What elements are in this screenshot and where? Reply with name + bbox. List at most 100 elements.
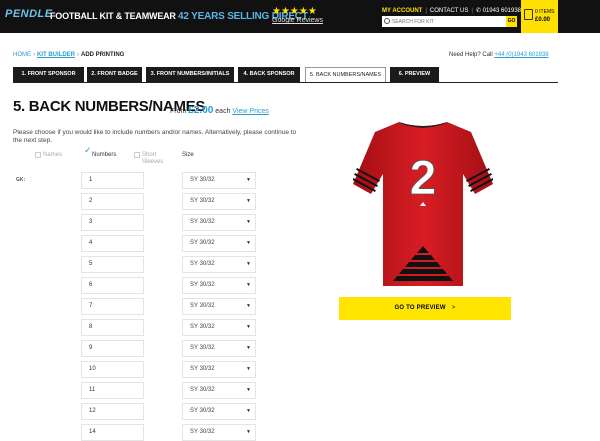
- size-select[interactable]: SY 30/32 ▼: [182, 403, 256, 420]
- number-input[interactable]: 2: [81, 193, 144, 210]
- size-value: SY 30/32: [190, 408, 215, 414]
- number-input[interactable]: 14: [81, 424, 144, 441]
- go-to-preview-button[interactable]: GO TO PREVIEW >: [339, 297, 511, 320]
- size-select[interactable]: SY 30/32 ▼: [182, 172, 256, 189]
- chevron-down-icon: ▼: [246, 282, 251, 288]
- size-select[interactable]: SY 30/32 ▼: [182, 382, 256, 399]
- short-sleeves-label: Short Sleeves: [142, 152, 164, 165]
- breadcrumb: HOME › KIT BUILDER › ADD PRINTING: [13, 52, 125, 58]
- tab-front-sponsor[interactable]: 1. FRONT SPONSOR: [13, 67, 84, 82]
- basket-icon: [524, 9, 533, 20]
- names-label: Names: [43, 152, 63, 158]
- pendle-logo[interactable]: PENDLE: [5, 8, 52, 25]
- number-input[interactable]: 9: [81, 340, 144, 357]
- number-input[interactable]: 1: [81, 172, 144, 189]
- phone-icon: ✆: [475, 8, 483, 14]
- chevron-down-icon: ▼: [246, 345, 251, 351]
- chevron-down-icon: ▼: [246, 240, 251, 246]
- breadcrumb-home[interactable]: HOME: [13, 52, 31, 58]
- tagline-main: FOOTBALL KIT & TEAMWEAR: [50, 11, 176, 21]
- size-value: SY 30/32: [190, 345, 215, 351]
- numbers-checkbox[interactable]: ✓: [84, 147, 92, 156]
- size-select[interactable]: SY 30/32 ▼: [182, 319, 256, 336]
- size-value: SY 30/32: [190, 240, 215, 246]
- size-select[interactable]: SY 30/32 ▼: [182, 256, 256, 273]
- size-value: SY 30/32: [190, 261, 215, 267]
- size-select[interactable]: SY 30/32 ▼: [182, 235, 256, 252]
- size-select[interactable]: SY 30/32 ▼: [182, 361, 256, 378]
- size-select[interactable]: SY 30/32 ▼: [182, 424, 256, 441]
- from-price: £2.00: [188, 105, 214, 116]
- size-value: SY 30/32: [190, 324, 215, 330]
- search-go-button[interactable]: GO: [506, 16, 517, 27]
- size-select[interactable]: SY 30/32 ▼: [182, 340, 256, 357]
- site-header: PENDLE FOOTBALL KIT & TEAMWEAR 42 YEARS …: [0, 0, 600, 33]
- from-label: From: [170, 108, 187, 115]
- size-select[interactable]: SY 30/32 ▼: [182, 277, 256, 294]
- help-contact: Need Help? Call +44 (0)1943 601938: [449, 52, 549, 58]
- size-value: SY 30/32: [190, 177, 215, 183]
- logo-text: PENDLE: [5, 8, 53, 20]
- breadcrumb-kit-builder[interactable]: KIT BUILDER: [37, 52, 75, 58]
- number-input[interactable]: 12: [81, 403, 144, 420]
- header-phone[interactable]: 01943 601938: [483, 8, 521, 14]
- shirt-preview: 2: [353, 122, 493, 286]
- number-input[interactable]: 7: [81, 298, 144, 315]
- number-input[interactable]: 5: [81, 256, 144, 273]
- google-reviews-link[interactable]: Google Reviews: [272, 17, 323, 24]
- chevron-down-icon: ▼: [246, 198, 251, 204]
- size-value: SY 30/32: [190, 219, 215, 225]
- chevron-down-icon: ▼: [246, 324, 251, 330]
- tab-back-numbers-names[interactable]: 5. BACK NUMBERS/NAMES: [305, 67, 386, 83]
- go-to-preview-label: GO TO PREVIEW: [394, 305, 446, 311]
- each-label: each: [215, 108, 231, 115]
- chevron-down-icon: ▼: [246, 261, 251, 267]
- basket-button[interactable]: 0 ITEMS £0.00: [521, 0, 558, 33]
- chevron-down-icon: ▼: [246, 303, 251, 309]
- number-input[interactable]: 8: [81, 319, 144, 336]
- size-value: SY 30/32: [190, 282, 215, 288]
- number-input[interactable]: 10: [81, 361, 144, 378]
- search-icon: [384, 18, 390, 24]
- size-value: SY 30/32: [190, 366, 215, 372]
- help-text: Need Help? Call: [449, 52, 493, 58]
- number-input[interactable]: 11: [81, 382, 144, 399]
- size-select[interactable]: SY 30/32 ▼: [182, 298, 256, 315]
- number-input[interactable]: 4: [81, 235, 144, 252]
- size-select[interactable]: SY 30/32 ▼: [182, 193, 256, 210]
- search-input[interactable]: [392, 16, 504, 27]
- size-value: SY 30/32: [190, 198, 215, 204]
- size-value: SY 30/32: [190, 387, 215, 393]
- basket-item-count: 0 ITEMS: [535, 9, 555, 15]
- tab-divider: [13, 82, 558, 83]
- size-value: SY 30/32: [190, 429, 215, 435]
- names-checkbox[interactable]: [35, 152, 41, 158]
- basket-total: £0.00: [535, 17, 551, 23]
- number-input[interactable]: 3: [81, 214, 144, 231]
- search-box: [382, 16, 506, 27]
- tab-front-numbers[interactable]: 3. FRONT NUMBERS/INITIALS: [146, 67, 234, 82]
- tab-back-sponsor[interactable]: 4. BACK SPONSOR: [238, 67, 300, 82]
- chevron-down-icon: ▼: [246, 387, 251, 393]
- short-sleeves-checkbox[interactable]: [134, 152, 140, 158]
- shirt-number: 2: [410, 152, 437, 205]
- number-input[interactable]: 6: [81, 277, 144, 294]
- view-prices-link[interactable]: View Prices: [232, 108, 268, 115]
- size-header: Size: [182, 152, 194, 158]
- chevron-down-icon: ▼: [246, 219, 251, 225]
- contact-us-link[interactable]: CONTACT US: [430, 8, 468, 14]
- goalkeeper-label: GK:: [16, 177, 26, 183]
- help-phone-link[interactable]: +44 (0)1943 601938: [494, 52, 548, 58]
- my-account-link[interactable]: MY ACCOUNT: [382, 8, 422, 14]
- account-links: MY ACCOUNT | CONTACT US | ✆ 01943 601938: [382, 8, 521, 14]
- breadcrumb-current: ADD PRINTING: [81, 52, 125, 58]
- chevron-down-icon: ▼: [246, 429, 251, 435]
- tab-front-badge[interactable]: 2. FRONT BADGE: [87, 67, 142, 82]
- size-value: SY 30/32: [190, 303, 215, 309]
- size-select[interactable]: SY 30/32 ▼: [182, 214, 256, 231]
- rating-stars-icon: ★★★★★: [272, 6, 317, 17]
- chevron-right-icon: >: [451, 305, 456, 311]
- price-info: From £2.00 each View Prices: [170, 105, 269, 116]
- numbers-label: Numbers: [92, 152, 117, 158]
- tab-preview[interactable]: 6. PREVIEW: [390, 67, 439, 82]
